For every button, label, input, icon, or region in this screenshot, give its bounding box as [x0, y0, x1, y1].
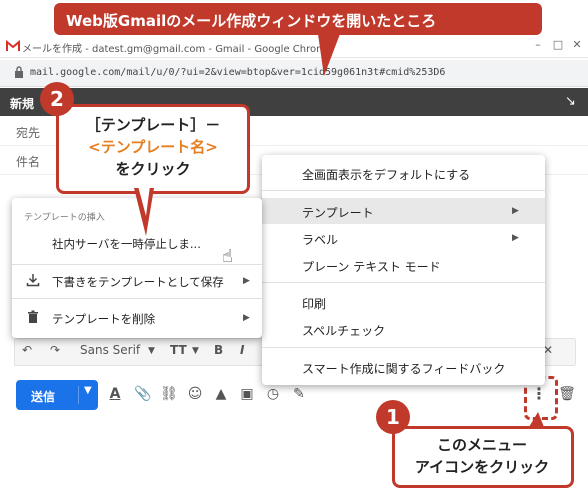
send-label: 送信 [31, 390, 56, 404]
to-label: 宛先 [16, 126, 41, 140]
menu-item-print[interactable]: 印刷 [302, 295, 326, 312]
attach-icon[interactable]: 📎 [134, 385, 152, 403]
menu-item-label[interactable]: ラベル [302, 231, 338, 248]
text-format-icon[interactable]: A [106, 385, 124, 403]
menu-divider [262, 282, 545, 283]
expand-icon[interactable]: ↘ [565, 94, 576, 109]
save-template-icon [26, 274, 40, 287]
photo-icon[interactable]: ▣ [238, 385, 256, 403]
lock-icon [15, 66, 23, 78]
submenu-arrow-icon: ▶ [512, 206, 519, 216]
menu-item-fullscreen[interactable]: 全画面表示をデフォルトにする [302, 166, 470, 183]
bold-icon[interactable]: B [214, 343, 223, 357]
more-options-icon[interactable]: ⋮ [530, 385, 548, 403]
annotation-2-line3: をクリック [115, 160, 191, 178]
submenu-arrow-icon: ▶ [243, 313, 250, 323]
send-options-icon[interactable]: ▼ [84, 385, 92, 396]
minimize-icon[interactable]: – [530, 38, 546, 52]
close-icon[interactable]: ✕ [569, 38, 585, 52]
compose-title: 新規 [10, 97, 35, 111]
italic-icon[interactable]: I [240, 343, 244, 357]
undo-icon[interactable]: ↶ [22, 343, 32, 357]
menu-divider [12, 264, 262, 265]
header-callout-text: Web版Gmailのメール作成ウィンドウを開いたところ [66, 12, 437, 30]
send-divider [78, 386, 79, 404]
trash-icon [28, 310, 38, 323]
font-select[interactable]: Sans Serif [80, 343, 140, 357]
confidential-icon[interactable]: ◷ [264, 385, 282, 403]
redo-icon[interactable]: ↷ [50, 343, 60, 357]
font-size-icon[interactable]: TT [170, 343, 187, 357]
menu-divider [262, 190, 545, 191]
submenu-arrow-icon: ▶ [512, 233, 519, 243]
link-icon[interactable]: ⛓ [160, 385, 178, 403]
font-size-dropdown-icon[interactable]: ▼ [192, 346, 199, 356]
template-name-item[interactable]: 社内サーバを一時停止しま... [52, 236, 201, 252]
header-callout-pointer [318, 34, 340, 76]
gmail-logo-icon [6, 40, 20, 52]
menu-divider [262, 347, 545, 348]
annotation-2-line1: ［テンプレート］－ [85, 116, 221, 134]
annotation-2-line2: <テンプレート名> [88, 138, 218, 156]
signature-icon[interactable]: ✎ [290, 385, 308, 403]
maximize-icon[interactable]: □ [550, 38, 566, 52]
menu-item-plaintext[interactable]: プレーン テキスト モード [302, 258, 441, 275]
trash-icon[interactable]: 🗑 [558, 385, 576, 403]
annotation-1-line1: このメニュー [436, 436, 527, 454]
delete-template-item[interactable]: テンプレートを削除 [52, 311, 155, 327]
font-dropdown-icon[interactable]: ▼ [148, 346, 155, 356]
subject-label: 件名 [16, 155, 41, 169]
menu-item-template[interactable]: テンプレート [302, 204, 374, 221]
submenu-arrow-icon: ▶ [243, 276, 250, 286]
menu-item-feedback[interactable]: スマート作成に関するフィードバック [302, 360, 505, 377]
menu-item-spellcheck[interactable]: スペルチェック [302, 322, 385, 339]
url-text[interactable]: mail.google.com/mail/u/0/?ui=2&view=btop… [30, 67, 445, 78]
menu-divider [12, 298, 262, 299]
emoji-icon[interactable]: ☺ [186, 385, 204, 403]
save-as-template-item[interactable]: 下書きをテンプレートとして保存 [52, 274, 224, 290]
step-badge-1: 1 [376, 400, 410, 434]
step-badge-2: 2 [40, 82, 74, 116]
window-title: メールを作成 - datest.gm@gmail.com - Gmail - G… [22, 44, 332, 55]
annotation-1-line2: アイコンをクリック [414, 458, 550, 476]
drive-icon[interactable]: ▲ [212, 385, 230, 403]
annotation-2-pointer [134, 186, 154, 236]
template-insert-header: テンプレートの挿入 [24, 213, 105, 223]
